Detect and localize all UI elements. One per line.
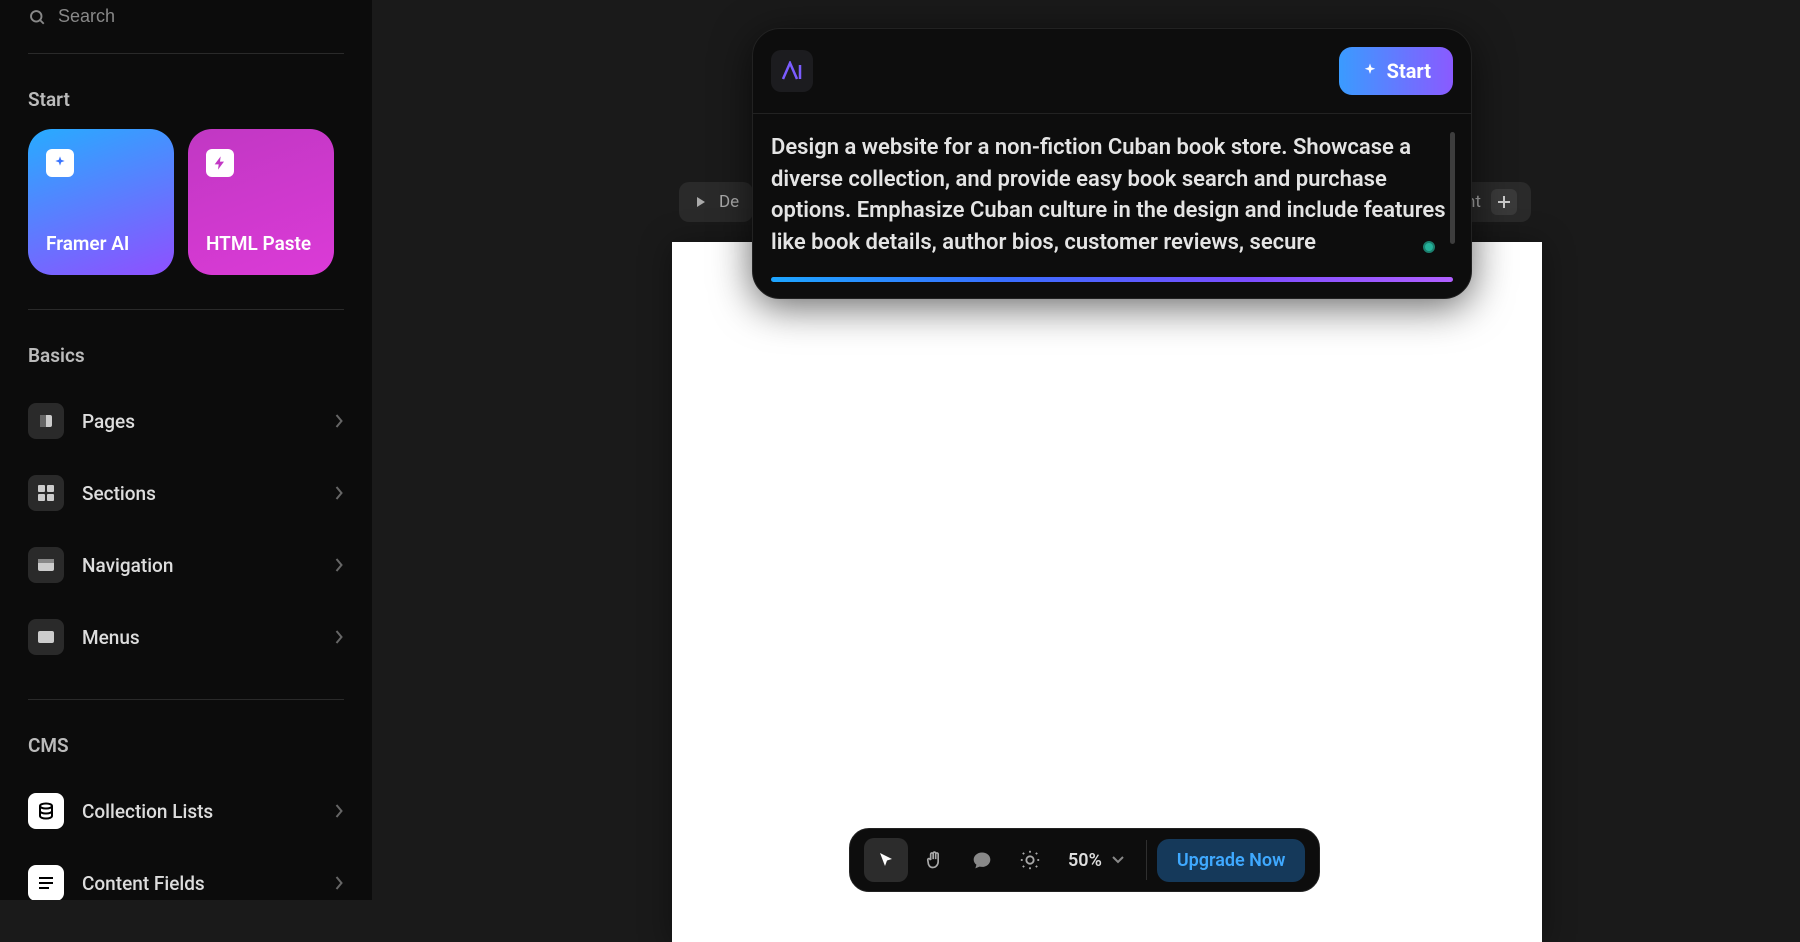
status-dot-icon <box>1423 241 1435 253</box>
navigation-icon <box>28 547 64 583</box>
sidebar-item-content-fields[interactable]: Content Fields <box>28 847 344 900</box>
sidebar-item-label: Content Fields <box>82 872 317 895</box>
sidebar-item-sections[interactable]: Sections <box>28 457 344 529</box>
scrollbar[interactable] <box>1450 132 1455 244</box>
chevron-right-icon <box>335 804 344 818</box>
comment-tool[interactable] <box>960 838 1004 882</box>
cms-heading: CMS <box>28 734 344 757</box>
zoom-control[interactable]: 50% <box>1056 850 1136 871</box>
framer-ai-label: Framer AI <box>46 232 156 255</box>
pill-text: De <box>719 192 739 212</box>
sidebar-item-label: Menus <box>82 626 317 649</box>
bottom-toolbar: 50% Upgrade Now <box>849 828 1320 892</box>
start-tiles: Framer AI HTML Paste <box>28 129 344 310</box>
sidebar-item-label: Navigation <box>82 554 317 577</box>
search-icon <box>28 8 46 26</box>
sidebar-item-label: Collection Lists <box>82 800 317 823</box>
ai-prompt-body[interactable]: Design a website for a non-fiction Cuban… <box>753 114 1471 269</box>
chevron-down-icon <box>1112 856 1124 864</box>
search-row[interactable] <box>28 0 344 54</box>
divider <box>1146 840 1147 880</box>
basics-heading: Basics <box>28 344 344 367</box>
sidebar-item-label: Sections <box>82 482 317 505</box>
ai-start-label: Start <box>1387 59 1431 83</box>
chevron-right-icon <box>335 630 344 644</box>
sidebar-item-menus[interactable]: Menus <box>28 601 344 673</box>
upgrade-button[interactable]: Upgrade Now <box>1157 839 1306 882</box>
chevron-right-icon <box>335 558 344 572</box>
ai-sparkle-icon <box>46 149 74 177</box>
basics-list: Pages Sections Navigation Menus <box>28 385 344 700</box>
breakpoint-pill-left[interactable]: De <box>679 182 753 222</box>
ai-progress-bar <box>771 277 1453 282</box>
cursor-tool[interactable] <box>864 838 908 882</box>
ai-panel: Start Design a website for a non-fiction… <box>752 28 1472 299</box>
pages-icon <box>28 403 64 439</box>
chevron-right-icon <box>335 414 344 428</box>
brightness-tool[interactable] <box>1008 838 1052 882</box>
sidebar-item-collection-lists[interactable]: Collection Lists <box>28 775 344 847</box>
sidebar-item-pages[interactable]: Pages <box>28 385 344 457</box>
ai-panel-header: Start <box>753 29 1471 114</box>
start-heading: Start <box>28 88 344 111</box>
html-paste-tile[interactable]: HTML Paste <box>188 129 334 275</box>
chevron-right-icon <box>335 876 344 890</box>
plus-icon <box>1491 189 1517 215</box>
menus-icon <box>28 619 64 655</box>
ai-logo-icon <box>771 50 813 92</box>
sections-icon <box>28 475 64 511</box>
bolt-icon <box>206 149 234 177</box>
zoom-value: 50% <box>1068 850 1102 871</box>
content-fields-icon <box>28 865 64 900</box>
collection-lists-icon <box>28 793 64 829</box>
ai-start-button[interactable]: Start <box>1339 47 1453 95</box>
framer-ai-tile[interactable]: Framer AI <box>28 129 174 275</box>
ai-prompt-text[interactable]: Design a website for a non-fiction Cuban… <box>771 132 1447 259</box>
hand-tool[interactable] <box>912 838 956 882</box>
play-icon <box>693 194 709 210</box>
sidebar-item-label: Pages <box>82 410 317 433</box>
search-input[interactable] <box>58 6 344 27</box>
html-paste-label: HTML Paste <box>206 232 316 255</box>
chevron-right-icon <box>335 486 344 500</box>
cms-list: Collection Lists Content Fields <box>28 775 344 900</box>
sidebar-item-navigation[interactable]: Navigation <box>28 529 344 601</box>
sidebar: Start Framer AI HTML Paste Basics Pages … <box>0 0 372 900</box>
sparkle-icon <box>1361 62 1379 80</box>
